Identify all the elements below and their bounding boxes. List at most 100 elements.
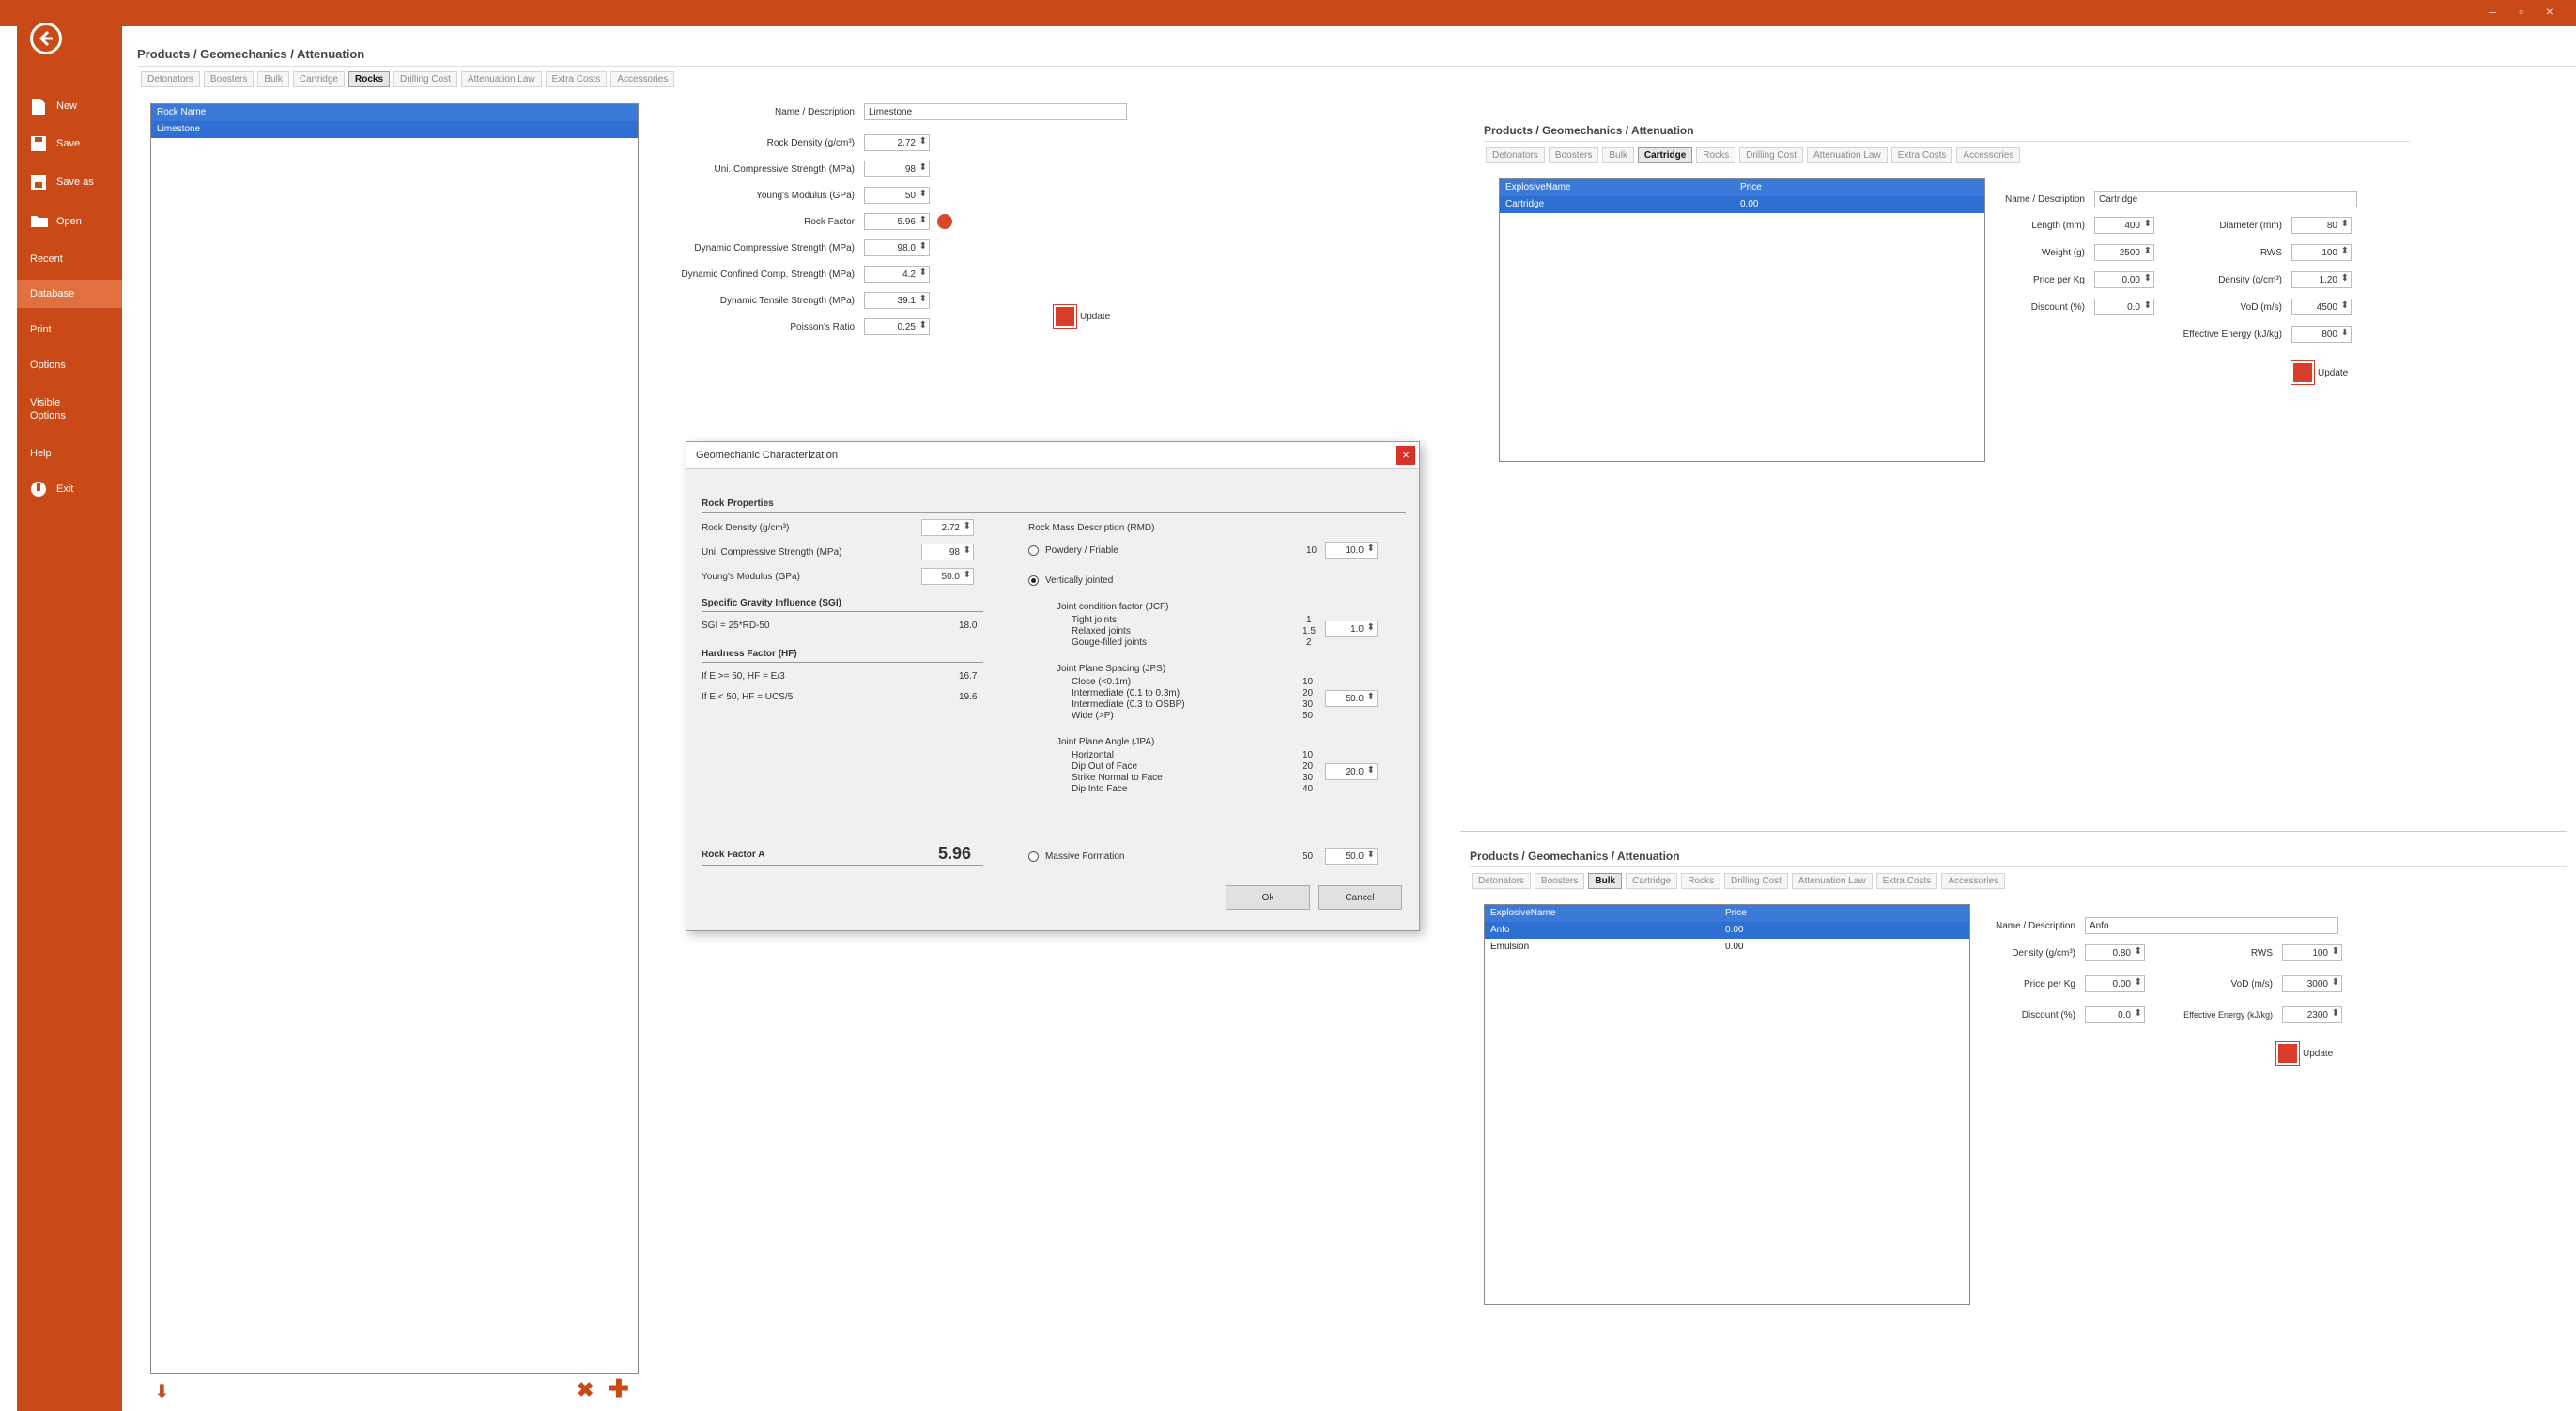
rock-density-stepper[interactable]: 2.72 [921, 519, 974, 536]
sidebar-item-open[interactable]: Open [17, 207, 122, 236]
youngs-modulus-stepper[interactable]: 50 [864, 187, 930, 204]
tab-drilling-cost[interactable]: Drilling Cost [1739, 147, 1803, 163]
effective-energy-stepper[interactable]: 2300 [2282, 1006, 2342, 1023]
tab-accessories[interactable]: Accessories [1956, 147, 2021, 163]
discount-stepper[interactable]: 0.0 [2085, 1006, 2145, 1023]
sidebar-item-new[interactable]: New [17, 92, 122, 120]
tab-drilling-cost[interactable]: Drilling Cost [393, 71, 457, 87]
sidebar-item-database[interactable]: Database [17, 280, 122, 308]
rws-stepper[interactable]: 100 [2282, 944, 2342, 961]
jpa-stepper[interactable]: 20.0 [1325, 763, 1378, 780]
tab-cartridge[interactable]: Cartridge [1637, 147, 1693, 163]
tab-accessories[interactable]: Accessories [1941, 873, 2006, 889]
list-item[interactable]: Cartridge 0.00 [1500, 196, 1984, 213]
sidebar-item-recent[interactable]: Recent [17, 245, 122, 273]
dynamic-tensile-stepper[interactable]: 39.1 [864, 292, 930, 309]
cancel-button[interactable]: Cancel [1318, 885, 1402, 910]
tab-cartridge[interactable]: Cartridge [1626, 873, 1678, 889]
update-button[interactable]: Update [1053, 304, 1110, 329]
field-label: Density (g/cm³) [2012, 947, 2075, 959]
youngs-modulus-stepper[interactable]: 50.0 [921, 568, 974, 585]
import-icon[interactable]: ⬇ [154, 1380, 170, 1403]
list-item[interactable]: Limestone [151, 121, 638, 138]
sidebar-item-save[interactable]: Save [17, 130, 122, 158]
diameter-stepper[interactable]: 80 [2291, 217, 2352, 234]
price-stepper[interactable]: 0.00 [2085, 975, 2145, 992]
window-controls[interactable]: – ▫ × [2489, 4, 2563, 19]
density-stepper[interactable]: 1.20 [2291, 271, 2352, 288]
jcf-stepper[interactable]: 1.0 [1325, 621, 1378, 637]
tab-detonators[interactable]: Detonators [141, 71, 200, 87]
field-label: Price per Kg [2023, 978, 2075, 989]
add-icon[interactable]: ✚ [609, 1374, 629, 1403]
ucs-stepper[interactable]: 98 [864, 161, 930, 177]
radio-powdery[interactable] [1028, 545, 1039, 556]
tab-detonators[interactable]: Detonators [1472, 873, 1531, 889]
radio-vertically-jointed[interactable] [1028, 575, 1039, 586]
close-icon[interactable]: × [1396, 446, 1415, 465]
weight-stepper[interactable]: 2500 [2094, 244, 2154, 261]
tab-bulk[interactable]: Bulk [257, 71, 289, 87]
sidebar-item-help[interactable]: Help [17, 439, 122, 468]
update-button[interactable]: Update [2275, 1041, 2333, 1066]
poissons-ratio-stepper[interactable]: 0.25 [864, 318, 930, 335]
name-input[interactable]: Anfo [2085, 917, 2338, 934]
powdery-stepper[interactable]: 10.0 [1325, 542, 1378, 559]
tab-attenuation-law[interactable]: Attenuation Law [1791, 873, 1873, 889]
tab-detonators[interactable]: Detonators [1486, 147, 1545, 163]
rock-density-stepper[interactable]: 2.72 [864, 134, 930, 151]
tab-rocks[interactable]: Rocks [1681, 873, 1720, 889]
column-header: Rock Name [157, 107, 207, 117]
ucs-stepper[interactable]: 98 [921, 544, 974, 560]
tab-boosters[interactable]: Boosters [203, 71, 255, 87]
tab-drilling-cost[interactable]: Drilling Cost [1724, 873, 1788, 889]
density-stepper[interactable]: 0.80 [2085, 944, 2145, 961]
tab-attenuation-law[interactable]: Attenuation Law [1807, 147, 1888, 163]
sidebar-item-print[interactable]: Print [17, 315, 122, 344]
sidebar-item-save-as[interactable]: Save as [17, 168, 122, 196]
tab-accessories[interactable]: Accessories [610, 71, 675, 87]
rock-factor-stepper[interactable]: 5.96 [864, 213, 930, 230]
tab-boosters[interactable]: Boosters [1548, 147, 1599, 163]
back-arrow-icon[interactable] [30, 23, 62, 54]
tab-bulk[interactable]: Bulk [1588, 873, 1623, 889]
calculator-icon[interactable] [937, 214, 952, 229]
tab-bulk[interactable]: Bulk [1602, 147, 1634, 163]
tab-extra-costs[interactable]: Extra Costs [1890, 147, 1953, 163]
radio-massive-formation[interactable] [1028, 851, 1039, 862]
massive-stepper[interactable]: 50.0 [1325, 848, 1378, 865]
formula-value: 16.7 [959, 671, 978, 682]
sidebar-item-visible-options[interactable]: Visible Options [17, 391, 122, 428]
effective-energy-stepper[interactable]: 800 [2291, 326, 2352, 343]
vod-stepper[interactable]: 3000 [2282, 975, 2342, 992]
list-item[interactable]: Anfo 0.00 [1485, 922, 1969, 939]
tab-rocks[interactable]: Rocks [347, 71, 390, 87]
tab-boosters[interactable]: Boosters [1534, 873, 1585, 889]
name-input[interactable]: Cartridge [2094, 191, 2357, 207]
list-item[interactable]: Emulsion 0.00 [1485, 939, 1969, 956]
tab-extra-costs[interactable]: Extra Costs [545, 71, 608, 87]
discount-stepper[interactable]: 0.0 [2094, 299, 2154, 315]
dynamic-compressive-stepper[interactable]: 98.0 [864, 239, 930, 256]
vod-stepper[interactable]: 4500 [2291, 299, 2352, 315]
dynamic-confined-stepper[interactable]: 4.2 [864, 266, 930, 283]
explosive-list[interactable]: ExplosiveName Price Anfo 0.00 Emulsion 0… [1484, 904, 1970, 1305]
price-stepper[interactable]: 0.00 [2094, 271, 2154, 288]
jps-stepper[interactable]: 50.0 [1325, 690, 1378, 707]
length-stepper[interactable]: 400 [2094, 217, 2154, 234]
rws-stepper[interactable]: 100 [2291, 244, 2352, 261]
tab-rocks[interactable]: Rocks [1696, 147, 1736, 163]
tab-cartridge[interactable]: Cartridge [292, 71, 345, 87]
explosive-list[interactable]: ExplosiveName Price Cartridge 0.00 [1499, 178, 1985, 462]
rock-list[interactable]: Rock Name Limestone [150, 103, 639, 1374]
jcf-value: 2 [1306, 637, 1312, 648]
sidebar-item-options[interactable]: Options [17, 351, 122, 379]
tab-attenuation-law[interactable]: Attenuation Law [460, 71, 542, 87]
ok-button[interactable]: Ok [1226, 885, 1310, 910]
tab-extra-costs[interactable]: Extra Costs [1875, 873, 1938, 889]
field-label: Length (mm) [2031, 220, 2085, 231]
update-button[interactable]: Update [2291, 360, 2348, 385]
delete-icon[interactable]: ✖ [577, 1378, 594, 1403]
name-input[interactable]: Limestone [864, 103, 1127, 120]
sidebar-item-exit[interactable]: Exit [17, 475, 122, 503]
